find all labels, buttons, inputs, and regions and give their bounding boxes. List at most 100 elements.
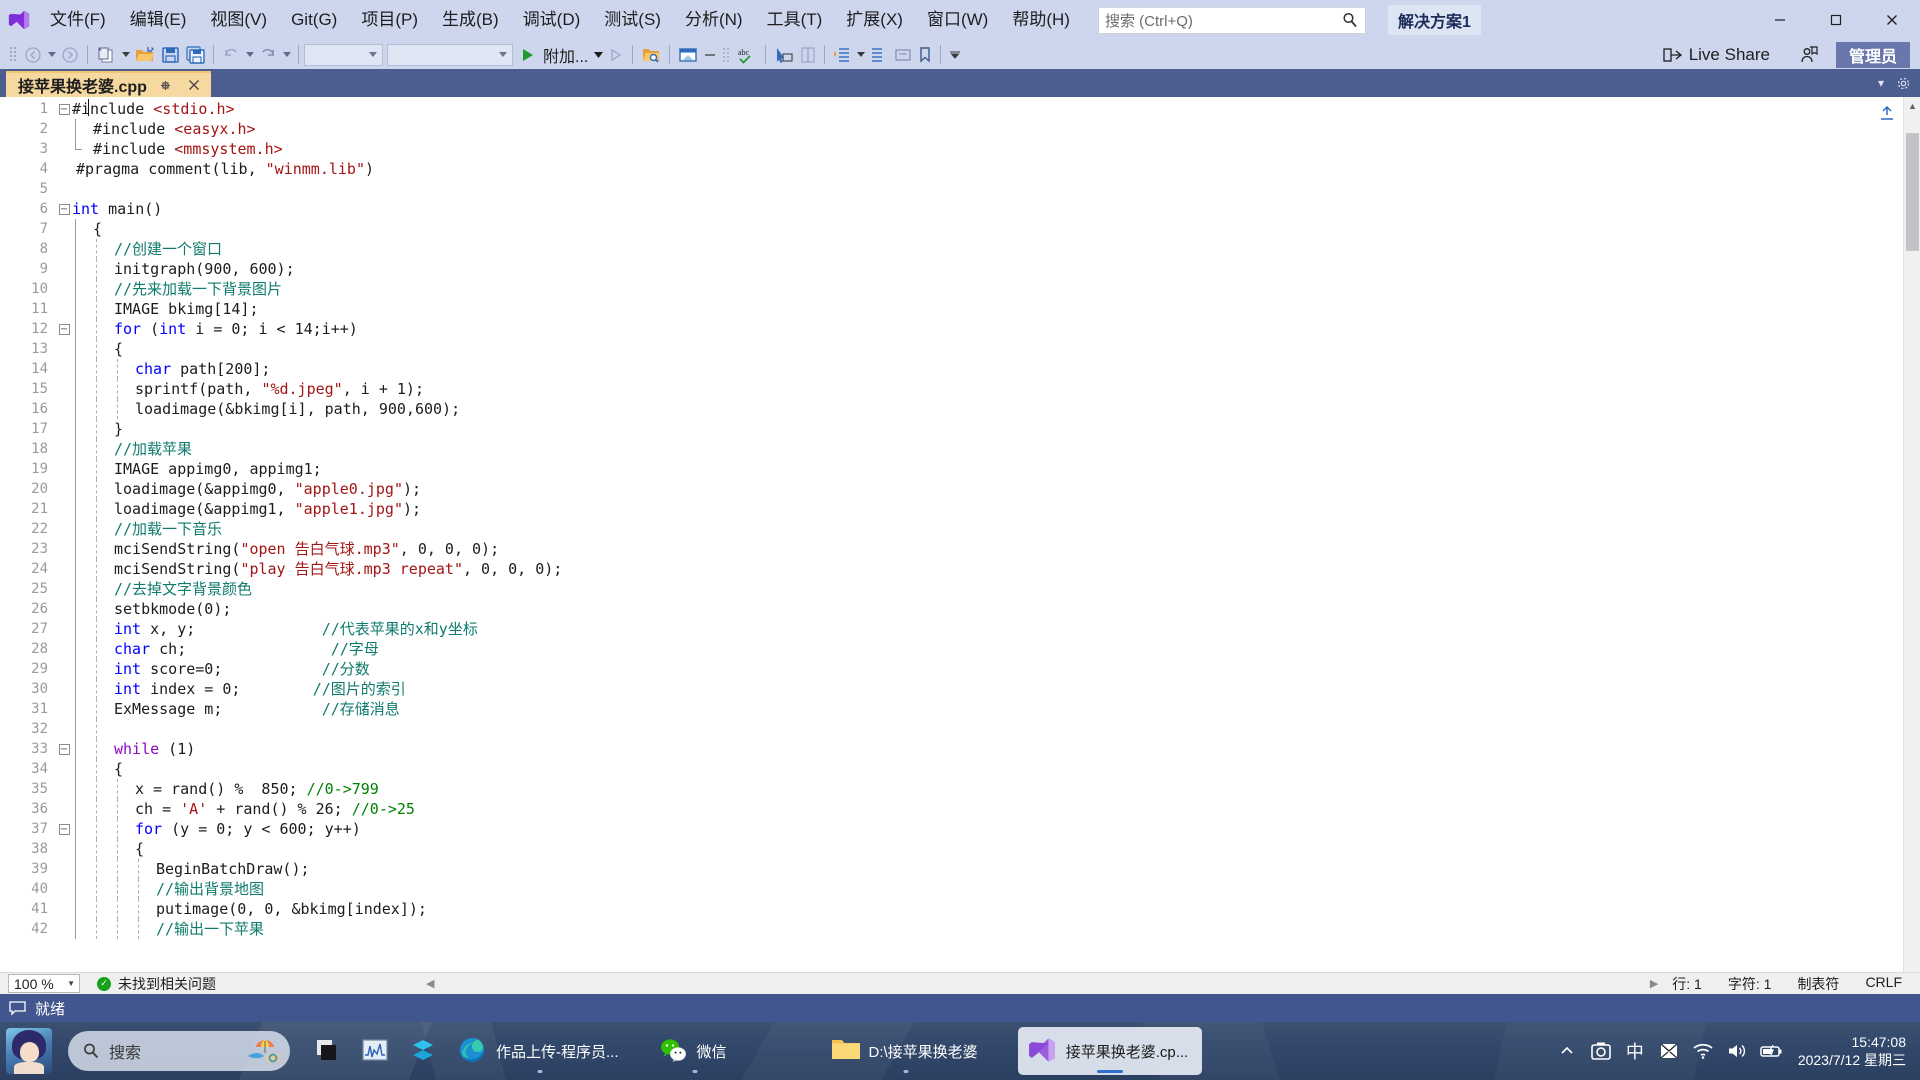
new-item-icon[interactable] (93, 42, 119, 68)
ime-chinese-icon[interactable]: 中 (1618, 1029, 1652, 1073)
tab-mode-label[interactable]: 制表符 (1797, 974, 1839, 994)
debug-target-dropdown-icon[interactable] (592, 43, 605, 67)
editor-toolbar-pin-icon[interactable] (1876, 103, 1898, 125)
close-icon[interactable] (185, 76, 203, 94)
find-in-files-icon[interactable] (638, 42, 664, 68)
fold-toggle-icon[interactable]: − (56, 103, 72, 115)
code-line[interactable]: 12− for (int i = 0; i < 14;i++) (0, 319, 1903, 339)
code-line[interactable]: 18 //加载苹果 (0, 439, 1903, 459)
user-avatar[interactable] (6, 1028, 52, 1074)
menu-item-tools[interactable]: 工具(T) (755, 5, 835, 35)
code-line[interactable]: 21 loadimage(&appimg1, "apple1.jpg"); (0, 499, 1903, 519)
menu-item-analyze[interactable]: 分析(N) (673, 5, 755, 35)
debug-target-label[interactable]: 附加... (539, 43, 592, 67)
taskbar-clock[interactable]: 15:47:08 2023/7/12 星期三 (1798, 1033, 1906, 1069)
code-line[interactable]: 4 #pragma comment(lib, "winmm.lib") (0, 159, 1903, 179)
wifi-icon[interactable] (1686, 1029, 1720, 1073)
tab-list-dropdown-icon[interactable]: ▾ (1872, 74, 1890, 92)
code-line[interactable]: 27 int x, y; //代表苹果的x和y坐标 (0, 619, 1903, 639)
battery-icon[interactable] (1754, 1029, 1788, 1073)
platform-combo[interactable] (387, 43, 513, 66)
redo-dropdown-icon[interactable] (280, 43, 293, 67)
menu-item-edit[interactable]: 编辑(E) (118, 5, 199, 35)
navigate-forward-icon[interactable] (58, 42, 82, 68)
new-item-dropdown-icon[interactable] (119, 43, 132, 67)
code-line[interactable]: 38 { (0, 839, 1903, 859)
code-line[interactable]: 13 { (0, 339, 1903, 359)
toolbar-dots-icon[interactable] (719, 42, 734, 68)
code-line[interactable]: 14 char path[200]; (0, 359, 1903, 379)
code-line[interactable]: 22 //加载一下音乐 (0, 519, 1903, 539)
toolbar-options-icon[interactable] (6, 42, 21, 68)
code-line[interactable]: 19 IMAGE appimg0, appimg1; (0, 459, 1903, 479)
code-line[interactable]: 24 mciSendString("play 告白气球.mp3 repeat", … (0, 559, 1903, 579)
taskbar-search-box[interactable]: 搜索 (68, 1031, 290, 1071)
outdent-icon[interactable] (867, 42, 891, 68)
fold-toggle-icon[interactable]: − (56, 203, 72, 215)
maximize-button[interactable] (1808, 0, 1864, 40)
solution-name-chip[interactable]: 解决方案1 (1387, 5, 1481, 35)
more-commands-icon[interactable] (946, 42, 964, 68)
code-line[interactable]: 8 //创建一个窗口 (0, 239, 1903, 259)
code-line[interactable]: 15 sprintf(path, "%d.jpeg", i + 1); (0, 379, 1903, 399)
live-share-button[interactable]: Live Share (1655, 42, 1778, 68)
taskbar-app-file-explorer-dark[interactable] (304, 1027, 352, 1075)
code-line[interactable]: 7{ (0, 219, 1903, 239)
comment-icon[interactable] (891, 42, 915, 68)
zoom-level-combo[interactable]: 100 % ▼ (8, 974, 80, 993)
save-icon[interactable] (158, 42, 183, 68)
fold-toggle-icon[interactable]: − (56, 823, 72, 835)
code-line[interactable]: 1− #include <stdio.h> (0, 99, 1903, 119)
code-line[interactable]: 23 mciSendString("open 告白气球.mp3", 0, 0, 0… (0, 539, 1903, 559)
code-line[interactable]: 2 #include <easyx.h> (0, 119, 1903, 139)
code-line[interactable]: 3 #include <mmsystem.h> (0, 139, 1903, 159)
taskbar-app-visual-studio[interactable]: 接苹果换老婆.cp... (1017, 1027, 1203, 1075)
redo-icon[interactable] (256, 42, 280, 68)
code-line[interactable]: 10 //先来加载一下背景图片 (0, 279, 1903, 299)
menu-item-help[interactable]: 帮助(H) (1000, 5, 1082, 35)
menu-item-debug[interactable]: 调试(D) (511, 5, 593, 35)
issue-status[interactable]: ✓ 未找到相关问题 (97, 974, 216, 994)
code-line[interactable]: 40 //输出背景地图 (0, 879, 1903, 899)
volume-icon[interactable] (1720, 1029, 1754, 1073)
code-line[interactable]: 34 { (0, 759, 1903, 779)
code-line[interactable]: 33− while (1) (0, 739, 1903, 759)
account-button[interactable]: 管理员 (1835, 41, 1910, 68)
code-line[interactable]: 5 (0, 179, 1903, 199)
undo-dropdown-icon[interactable] (243, 43, 256, 67)
code-line[interactable]: 25 //去掉文字背景颜色 (0, 579, 1903, 599)
close-button[interactable] (1864, 0, 1920, 40)
chevron-up-icon[interactable] (1550, 1029, 1584, 1073)
pointer-select-icon[interactable] (771, 42, 797, 68)
menu-item-project[interactable]: 项目(P) (349, 5, 430, 35)
window-layout-icon[interactable] (675, 42, 701, 68)
code-line[interactable]: 29 int score=0; //分数 (0, 659, 1903, 679)
compare-icon[interactable] (797, 42, 819, 68)
indent-icon[interactable] (830, 42, 854, 68)
undo-icon[interactable] (219, 42, 243, 68)
taskbar-app-performance-monitor[interactable] (352, 1027, 400, 1075)
code-line[interactable]: 20 loadimage(&appimg0, "apple0.jpg"); (0, 479, 1903, 499)
code-line[interactable]: 41 putimage(0, 0, &bkimg[index]); (0, 899, 1903, 919)
code-line[interactable]: 26 setbkmode(0); (0, 599, 1903, 619)
code-line[interactable]: 37− for (y = 0; y < 600; y++) (0, 819, 1903, 839)
code-text-area[interactable]: 1− #include <stdio.h> 2 #include <easyx.h> 3… (0, 97, 1903, 972)
taskbar-app-microsoft-edge[interactable]: 作品上传-程序员... (448, 1027, 633, 1075)
menu-item-view[interactable]: 视图(V) (198, 5, 279, 35)
code-line[interactable]: 16 loadimage(&bkimg[i], path, 900,600); (0, 399, 1903, 419)
code-line[interactable]: 6− int main() (0, 199, 1903, 219)
code-line[interactable]: 36 ch = 'A' + rand() % 26; //0->25 (0, 799, 1903, 819)
menu-item-window[interactable]: 窗口(W) (915, 5, 1000, 35)
navigate-back-dropdown-icon[interactable] (45, 43, 58, 67)
indent-dropdown-icon[interactable] (854, 43, 867, 67)
start-debug-icon[interactable] (517, 42, 539, 68)
code-line[interactable]: 28 char ch; //字母 (0, 639, 1903, 659)
code-line[interactable]: 11 IMAGE bkimg[14]; (0, 299, 1903, 319)
fold-toggle-icon[interactable]: − (56, 743, 72, 755)
eol-label[interactable]: CRLF (1865, 974, 1902, 994)
minimize-button[interactable] (1752, 0, 1808, 40)
configuration-combo[interactable] (304, 43, 383, 66)
pin-icon[interactable] (157, 76, 175, 94)
menu-item-build[interactable]: 生成(B) (430, 5, 511, 35)
screenshot-icon[interactable] (1584, 1029, 1618, 1073)
